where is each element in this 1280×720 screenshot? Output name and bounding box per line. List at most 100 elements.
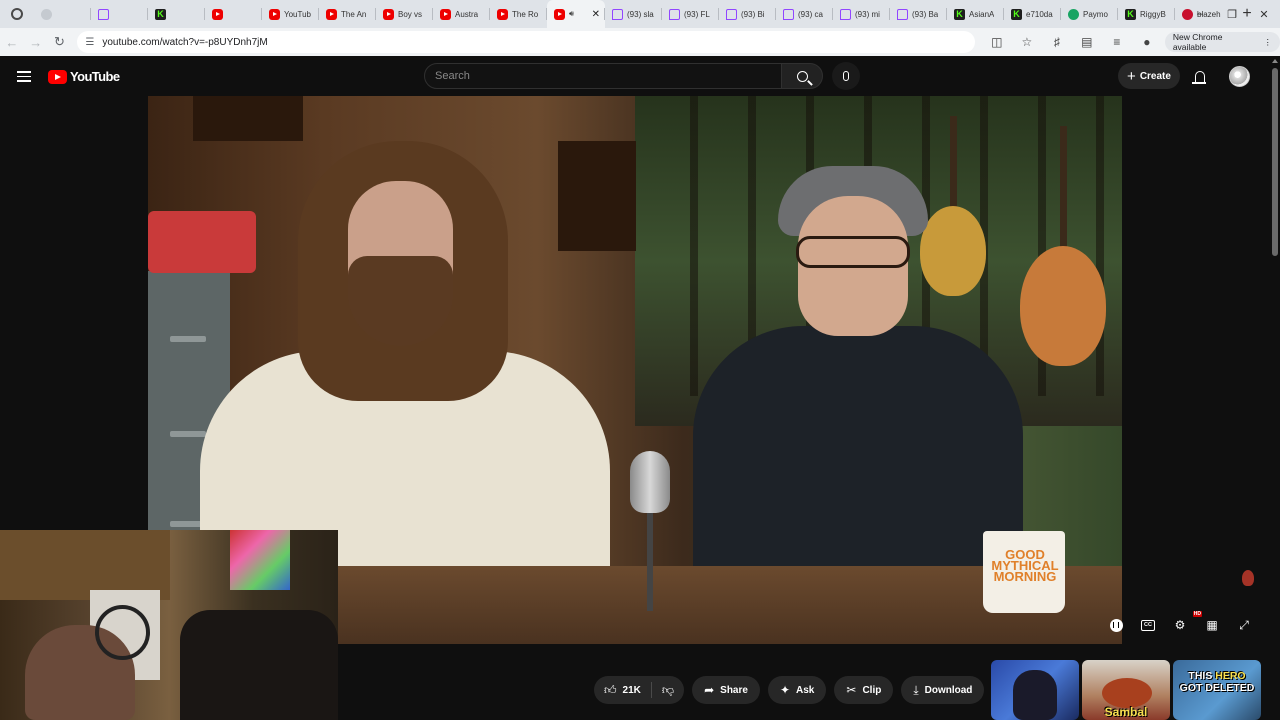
yt-favicon-icon: [212, 8, 223, 20]
share-button[interactable]: ➦ Share: [692, 676, 760, 704]
tw-favicon-icon: [726, 8, 737, 20]
bookmark-star-icon[interactable]: ☆: [1013, 31, 1041, 53]
streamer-webcam-overlay: [0, 530, 338, 720]
voice-search-button[interactable]: [832, 62, 860, 90]
scroll-up-icon[interactable]: [1272, 59, 1278, 63]
forward-button[interactable]: →: [24, 30, 48, 54]
recommended-video-thumbnail[interactable]: [991, 660, 1079, 720]
fullscreen-button[interactable]: ⤢: [1228, 615, 1260, 635]
extensions-icon[interactable]: ♯: [1043, 31, 1071, 53]
captions-icon: CC: [1141, 619, 1155, 631]
tab-title: (93) mi: [855, 9, 880, 19]
clip-label: Clip: [862, 684, 882, 696]
reload-button[interactable]: ↻: [48, 30, 72, 54]
tab-title: e710da: [1026, 9, 1053, 19]
captions-button[interactable]: CC: [1132, 615, 1164, 635]
close-tab-icon[interactable]: ✕: [592, 9, 600, 20]
tw-favicon-icon: [897, 8, 908, 20]
back-button[interactable]: ←: [0, 30, 24, 54]
yt-favicon-icon: [497, 8, 508, 20]
studio-microphone: [630, 451, 670, 611]
settings-button[interactable]: ⚙ HD: [1164, 611, 1202, 635]
tab-search-icon: [11, 8, 23, 20]
thumbnail-text-highlight: HERO: [1215, 670, 1246, 682]
browser-tab[interactable]: (93) FL: [662, 0, 719, 28]
pause-button[interactable]: [1100, 615, 1132, 635]
channel-watermark-icon[interactable]: [1242, 570, 1254, 586]
yt-favicon-icon: [554, 8, 565, 20]
red-blanket: [148, 211, 256, 273]
download-button[interactable]: ⤓ Download: [901, 676, 985, 704]
thumbs-up-icon: 👍︎: [604, 682, 617, 697]
tw-favicon-icon: [612, 8, 623, 20]
restore-button[interactable]: ❐: [1216, 0, 1248, 28]
browser-tab[interactable]: K AsianA: [947, 0, 1004, 28]
thumbs-down-icon: 👎︎: [661, 682, 675, 697]
ask-button[interactable]: ✦ Ask: [767, 676, 827, 704]
tab-audio-icon[interactable]: 🔊︎: [569, 9, 574, 19]
green-favicon-icon: [1068, 8, 1079, 20]
search-button[interactable]: [781, 63, 823, 89]
reading-list-icon[interactable]: ≡: [1103, 31, 1131, 53]
tab-title: (93) ca: [798, 9, 823, 19]
miniplayer-button[interactable]: ▦: [1196, 615, 1228, 635]
create-label: Create: [1139, 70, 1171, 82]
mug-text: GOOD MYTHICAL MORNING: [991, 547, 1059, 584]
browser-tab[interactable]: (93) mi: [833, 0, 890, 28]
account-avatar[interactable]: [1229, 66, 1250, 87]
download-label: Download: [924, 684, 973, 696]
browser-tab[interactable]: (93) ca: [776, 0, 833, 28]
page-scrollbar[interactable]: [1270, 58, 1280, 720]
tw-favicon-icon: [783, 8, 794, 20]
browser-tab[interactable]: YouTub: [262, 0, 319, 28]
close-window-button[interactable]: ✕: [1248, 0, 1280, 28]
like-button[interactable]: 👍︎ 21K: [594, 676, 651, 704]
browser-tab[interactable]: 🔊︎ ✕: [547, 0, 605, 28]
browser-tab[interactable]: [205, 0, 262, 28]
browser-tab[interactable]: (93) Bi: [719, 0, 776, 28]
search-icon: [796, 70, 808, 82]
hamburger-menu-icon[interactable]: [17, 71, 31, 82]
site-info-icon[interactable]: ☰: [85, 37, 94, 48]
profile-icon[interactable]: ●: [1133, 31, 1161, 53]
search-placeholder: Search: [435, 70, 470, 82]
search-input[interactable]: Search: [424, 63, 782, 89]
yt-favicon-icon: [383, 8, 394, 20]
tab-media-icon[interactable]: ▤: [1073, 31, 1101, 53]
youtube-logo-text: YouTube: [70, 69, 120, 84]
video-actions-bar: 👍︎ 21K 👎︎ ➦ Share ✦ Ask ✂ Clip ⤓ Downloa…: [594, 676, 1021, 704]
new-chrome-available-button[interactable]: New Chrome available ⋮: [1164, 32, 1280, 52]
tab-title: The Ro: [512, 9, 539, 19]
tab-title: (93) Ba: [912, 9, 939, 19]
browser-tab[interactable]: The Ro: [490, 0, 547, 28]
youtube-logo[interactable]: YouTube: [48, 69, 120, 84]
recommended-video-thumbnail[interactable]: Sambal: [1082, 660, 1170, 720]
browser-tab[interactable]: [91, 0, 148, 28]
install-app-icon[interactable]: ◫: [983, 31, 1011, 53]
address-bar[interactable]: ☰ youtube.com/watch?v=-p8UYDnh7jM: [77, 31, 975, 53]
recommended-video-thumbnail[interactable]: THIS HERO GOT DELETED: [1173, 660, 1261, 720]
scrollbar-thumb[interactable]: [1272, 68, 1278, 256]
plus-icon: +: [1127, 67, 1136, 85]
browser-tab[interactable]: Austra: [433, 0, 490, 28]
thumbnail-text-part: THIS: [1188, 670, 1216, 682]
browser-tab[interactable]: K: [148, 0, 205, 28]
browser-tab[interactable]: The An: [319, 0, 376, 28]
fullscreen-icon: ⤢: [1239, 617, 1249, 632]
browser-tab[interactable]: K RiggyB: [1118, 0, 1175, 28]
tw-favicon-icon: [98, 8, 109, 20]
tab-search-button[interactable]: [0, 0, 34, 28]
browser-tab[interactable]: Paymo: [1061, 0, 1118, 28]
dislike-button[interactable]: 👎︎: [652, 676, 684, 704]
browser-tab[interactable]: Ke710da: [1004, 0, 1061, 28]
create-button[interactable]: + Create: [1118, 63, 1180, 89]
notifications-bell-icon[interactable]: [1191, 67, 1209, 85]
window-controls: – ❐ ✕: [1184, 0, 1280, 28]
clip-button[interactable]: ✂ Clip: [834, 676, 894, 704]
browser-tab[interactable]: [34, 0, 91, 28]
browser-tab[interactable]: Boy vs: [376, 0, 433, 28]
minimize-button[interactable]: –: [1184, 0, 1216, 28]
browser-tab[interactable]: (93) sla: [605, 0, 662, 28]
recommended-thumbnails: Sambal THIS HERO GOT DELETED: [991, 660, 1261, 720]
browser-tab[interactable]: (93) Ba: [890, 0, 947, 28]
